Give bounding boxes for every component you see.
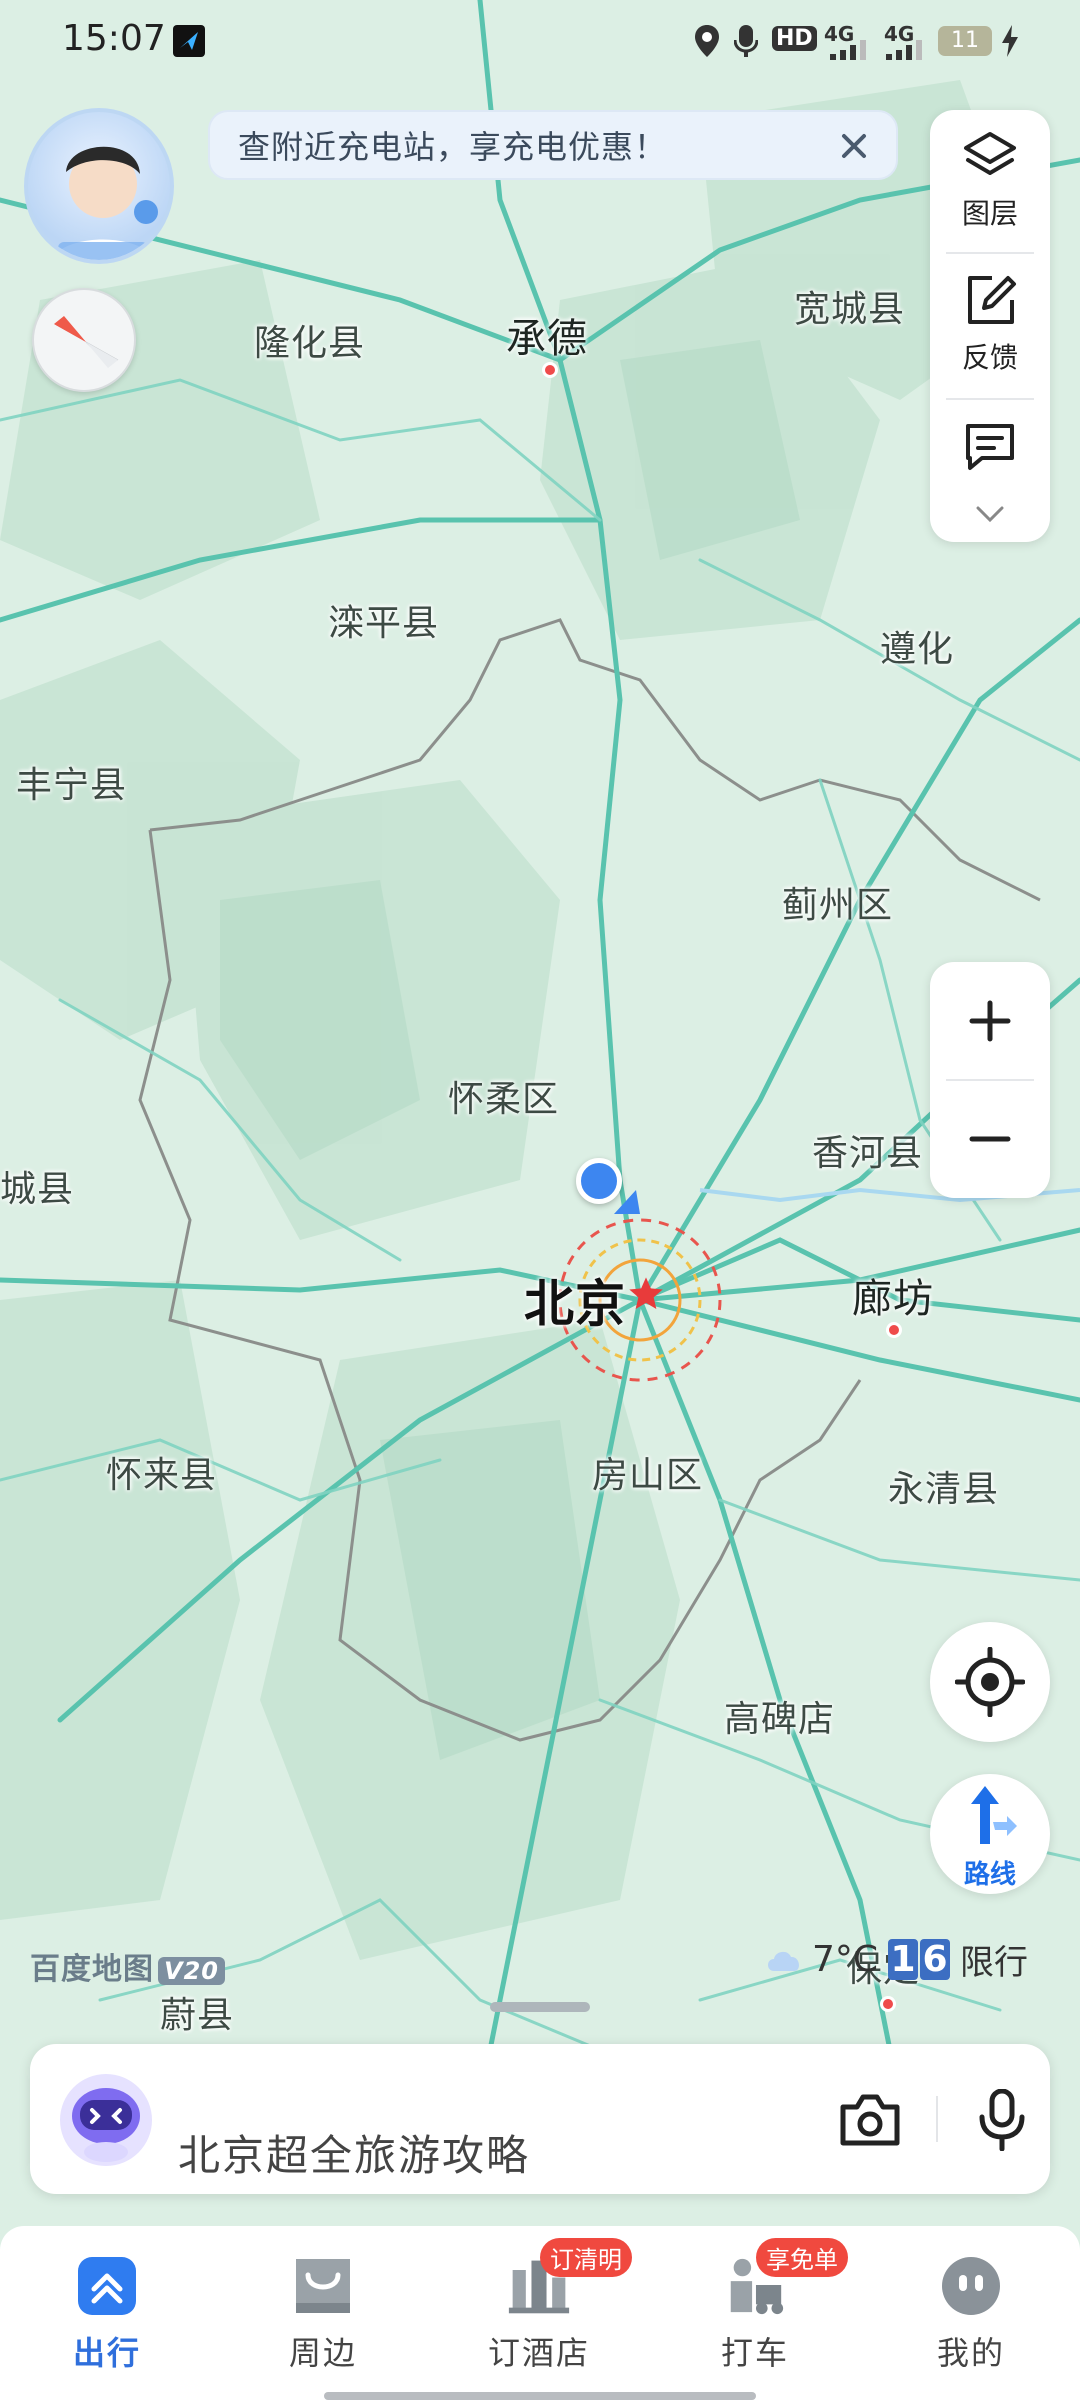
map-label-langfang[interactable]: 廊坊 xyxy=(852,1266,934,1324)
langfang-dot xyxy=(886,1322,902,1338)
temperature: 7°C xyxy=(812,1938,879,1980)
map-brand-name: 百度地图 xyxy=(30,1952,154,1987)
route-arrow-icon xyxy=(971,1786,1017,1844)
battery-icon: 11 xyxy=(938,26,992,56)
map-tools-panel: 图层 反馈 xyxy=(930,110,1050,542)
mic-icon xyxy=(734,25,758,57)
edit-icon xyxy=(968,276,1016,324)
map-label-jizhou[interactable]: 蓟州区 xyxy=(782,876,893,928)
charging-icon xyxy=(1002,25,1018,57)
status-time: 15:07 xyxy=(62,18,166,59)
map-label-longhua[interactable]: 隆化县 xyxy=(254,314,365,366)
map-label-xianghe[interactable]: 香河县 xyxy=(812,1124,923,1176)
locate-button[interactable] xyxy=(930,1622,1050,1742)
close-icon[interactable] xyxy=(834,126,874,166)
signal-bars-icon xyxy=(830,40,866,60)
compass-button[interactable] xyxy=(32,288,136,392)
plate-limit-digit: 1 xyxy=(888,1938,919,1980)
camera-icon xyxy=(840,2094,900,2146)
zoom-controls xyxy=(930,962,1050,1198)
tool-divider xyxy=(946,252,1034,254)
nav-hotel[interactable]: 订酒店 订清明 xyxy=(464,2238,632,2374)
zoom-in-button[interactable] xyxy=(930,962,1050,1080)
search-divider xyxy=(936,2096,938,2142)
map-label-luanping[interactable]: 滦平县 xyxy=(328,594,439,646)
compass-icon xyxy=(54,316,119,368)
heading-arrow-icon xyxy=(614,1190,640,1214)
layers-button[interactable]: 图层 xyxy=(930,128,1050,232)
travel-icon xyxy=(75,2254,139,2318)
map-label-fangshan[interactable]: 房山区 xyxy=(592,1446,703,1498)
crosshair-icon xyxy=(955,1647,1025,1717)
tool-divider xyxy=(946,398,1034,400)
plate-limit-label: 限行 xyxy=(960,1942,1029,1983)
microphone-icon xyxy=(979,2089,1025,2151)
capital-star-icon xyxy=(629,1277,663,1309)
drag-handle[interactable] xyxy=(490,2002,590,2012)
promo-badge: 享免单 xyxy=(756,2238,848,2277)
map-label-beijing[interactable]: 北京 xyxy=(524,1264,626,1336)
bottom-nav: 出行 周边 订酒店 订清明 打车 享免单 我的 xyxy=(0,2226,1080,2408)
map-label-huairou[interactable]: 怀柔区 xyxy=(448,1070,559,1122)
nav-label: 打车 xyxy=(720,2334,789,2372)
minus-icon xyxy=(969,1136,1011,1142)
voice-button[interactable] xyxy=(962,2080,1042,2160)
route-label: 路线 xyxy=(963,1860,1016,1890)
map-label-chicheng[interactable]: 城县 xyxy=(0,1160,74,1212)
signal-bars-icon-2 xyxy=(886,40,922,60)
avatar[interactable] xyxy=(24,108,174,264)
map-label-huailai[interactable]: 怀来县 xyxy=(106,1446,217,1498)
layers-label: 图层 xyxy=(961,197,1018,230)
promo-text: 查附近充电站，享充电优惠！ xyxy=(238,128,668,166)
camera-button[interactable] xyxy=(830,2080,910,2160)
search-suggestion[interactable]: 北京超全旅游攻略 xyxy=(178,2122,530,2183)
nearby-icon xyxy=(291,2254,355,2318)
map-label-yongqing[interactable]: 永清县 xyxy=(888,1460,999,1512)
chengde-dot xyxy=(542,362,558,378)
nav-taxi[interactable]: 打车 享免单 xyxy=(680,2238,848,2374)
map-label-zunhua[interactable]: 遵化 xyxy=(880,620,954,672)
map-label-yuxian[interactable]: 蔚县 xyxy=(160,1986,234,2038)
promo-banner[interactable]: 查附近充电站，享充电优惠！ xyxy=(208,110,898,180)
gesture-bar xyxy=(324,2392,756,2400)
ai-assistant-icon[interactable] xyxy=(58,2072,154,2168)
baoding-dot xyxy=(880,1996,896,2012)
plate-limit-digit: 6 xyxy=(920,1938,951,1980)
nav-label: 周边 xyxy=(288,2334,357,2372)
cloud-icon xyxy=(768,1951,800,1971)
message-button[interactable] xyxy=(930,418,1050,478)
hd-icon: HD xyxy=(772,26,817,51)
location-icon xyxy=(695,25,719,57)
message-icon xyxy=(966,424,1014,470)
app-notification-icon xyxy=(173,25,205,57)
promo-badge: 订清明 xyxy=(540,2238,632,2277)
search-card[interactable]: 北京超全旅游攻略 xyxy=(30,2044,1050,2194)
status-bar: 15:07 HD 4G 4G 11 xyxy=(0,0,1080,86)
map-label-chengde[interactable]: 承德 xyxy=(506,306,588,364)
layers-icon xyxy=(964,132,1016,175)
nav-nearby[interactable]: 周边 xyxy=(248,2254,398,2374)
route-button[interactable]: 路线 xyxy=(930,1774,1050,1894)
weather-widget[interactable]: 7°C 1 6 限行 xyxy=(764,1934,1028,1984)
profile-icon xyxy=(939,2254,1003,2318)
map-brand-version: V20 xyxy=(158,1957,225,1985)
map-brand-logo: 百度地图 V20 xyxy=(30,1944,225,1988)
nav-profile[interactable]: 我的 xyxy=(896,2254,1046,2374)
feedback-button[interactable]: 反馈 xyxy=(930,272,1050,376)
map-label-fengning[interactable]: 丰宁县 xyxy=(16,756,127,808)
nav-travel[interactable]: 出行 xyxy=(32,2254,182,2374)
chevron-down-icon[interactable] xyxy=(974,502,1006,526)
nav-label: 订酒店 xyxy=(487,2334,590,2372)
feedback-label: 反馈 xyxy=(961,341,1018,374)
zoom-out-button[interactable] xyxy=(930,1080,1050,1198)
nav-label: 出行 xyxy=(72,2334,141,2372)
map-label-kuancheng[interactable]: 宽城县 xyxy=(794,280,905,332)
plus-icon xyxy=(969,1000,1011,1042)
map-label-gaobeidian[interactable]: 高碑店 xyxy=(724,1690,835,1742)
plate-limit-badge: 1 6 xyxy=(886,1938,951,1980)
nav-label: 我的 xyxy=(936,2334,1005,2372)
